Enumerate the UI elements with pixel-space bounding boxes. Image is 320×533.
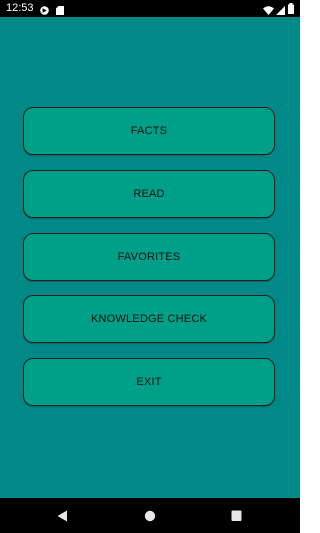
- app-notification-icon: [40, 4, 49, 15]
- main-menu: FACTS READ FAVORITES KNOWLEDGE CHECK EXI…: [0, 17, 300, 498]
- recents-icon[interactable]: [231, 509, 242, 527]
- sd-card-icon: [56, 4, 64, 15]
- facts-button-label: FACTS: [130, 125, 168, 137]
- facts-button[interactable]: FACTS: [23, 107, 275, 155]
- read-button[interactable]: READ: [23, 170, 275, 218]
- exit-button-label: EXIT: [136, 376, 162, 388]
- favorites-button[interactable]: FAVORITES: [23, 233, 275, 281]
- back-icon[interactable]: [57, 509, 68, 527]
- favorites-button-label: FAVORITES: [117, 251, 181, 263]
- status-time: 12:53: [6, 2, 34, 14]
- knowledge-check-button-label: KNOWLEDGE CHECK: [90, 313, 208, 325]
- navigation-bar: [0, 498, 300, 533]
- status-bar: 12:53: [0, 0, 300, 17]
- read-button-label: READ: [133, 188, 165, 200]
- knowledge-check-button[interactable]: KNOWLEDGE CHECK: [23, 295, 275, 343]
- app-screen: 12:53 FACTS READ FAVORITES KNOWLEDGE CHE…: [0, 0, 300, 533]
- home-icon[interactable]: [144, 509, 156, 527]
- exit-button[interactable]: EXIT: [23, 358, 275, 406]
